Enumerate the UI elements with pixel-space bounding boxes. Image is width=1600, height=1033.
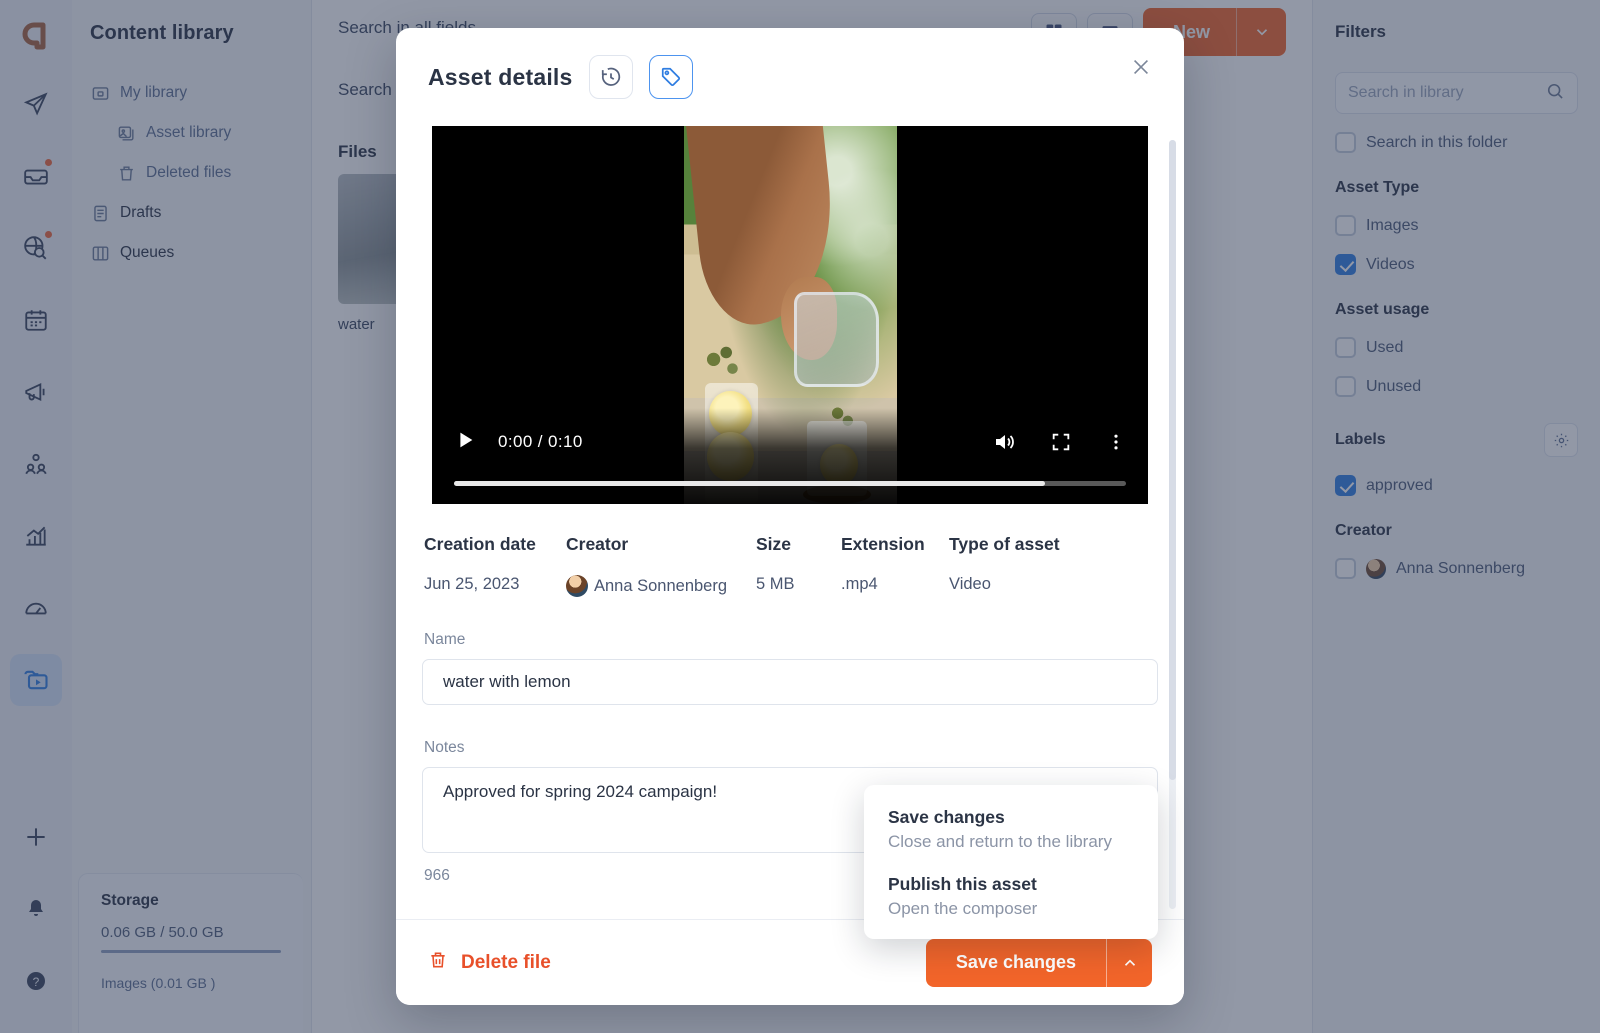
dropdown-item-title: Publish this asset xyxy=(888,874,1037,894)
dropdown-item-save-changes[interactable]: Save changes Close and return to the lib… xyxy=(888,807,1134,852)
name-field-label: Name xyxy=(424,631,466,648)
dropdown-item-publish-this-asset[interactable]: Publish this asset Open the composer xyxy=(888,874,1134,919)
meta-value: .mp4 xyxy=(841,575,878,593)
modal-scrollbar-thumb[interactable] xyxy=(1169,140,1176,780)
meta-value: 5 MB xyxy=(756,575,795,593)
history-icon[interactable] xyxy=(588,55,633,99)
close-icon[interactable] xyxy=(1124,50,1158,84)
dropdown-item-subtitle: Open the composer xyxy=(888,899,1038,918)
meta-value: Anna Sonnenberg xyxy=(594,576,728,595)
video-herb-left xyxy=(700,341,744,387)
meta-value: Video xyxy=(949,575,991,593)
tag-icon[interactable] xyxy=(648,55,693,99)
meta-header: Type of asset xyxy=(949,534,1060,554)
delete-file-label: Delete file xyxy=(461,951,551,973)
modal-title: Asset details xyxy=(428,63,573,90)
name-input[interactable]: water with lemon xyxy=(422,659,1158,705)
dropdown-item-title: Save changes xyxy=(888,807,1005,827)
meta-size: Size 5 MB xyxy=(756,534,841,597)
meta-creation-date: Creation date Jun 25, 2023 xyxy=(424,534,566,597)
save-changes-button[interactable]: Save changes xyxy=(926,939,1106,987)
name-input-value: water with lemon xyxy=(443,672,571,691)
meta-value-wrap: Anna Sonnenberg xyxy=(566,575,756,597)
volume-icon[interactable] xyxy=(992,430,1016,454)
meta-header: Creation date xyxy=(424,534,536,554)
asset-metadata: Creation date Jun 25, 2023 Creator Anna … xyxy=(422,504,1158,597)
chevron-up-icon[interactable] xyxy=(1106,938,1152,987)
play-icon[interactable] xyxy=(454,429,476,456)
meta-extension: Extension .mp4 xyxy=(841,534,949,597)
video-controls: 0:00 / 0:10 xyxy=(432,408,1148,504)
video-time: 0:00 / 0:10 xyxy=(498,432,583,451)
meta-creator: Creator Anna Sonnenberg xyxy=(566,534,756,597)
notes-field-label: Notes xyxy=(424,739,465,756)
meta-header: Extension xyxy=(841,534,925,554)
more-vertical-icon[interactable] xyxy=(1106,432,1126,452)
avatar xyxy=(566,575,588,597)
meta-type-of-asset: Type of asset Video xyxy=(949,534,1060,597)
notes-textarea-value: Approved for spring 2024 campaign! xyxy=(443,782,718,801)
video-jug xyxy=(794,292,880,387)
fullscreen-icon[interactable] xyxy=(1050,431,1072,453)
meta-value: Jun 25, 2023 xyxy=(424,575,520,593)
save-options-dropdown: Save changes Close and return to the lib… xyxy=(864,785,1158,939)
video-progress-bar[interactable] xyxy=(454,481,1126,486)
modal-header: Asset details xyxy=(396,28,1184,126)
save-changes-group: Save changes xyxy=(925,938,1152,987)
delete-file-button[interactable]: Delete file xyxy=(428,950,551,976)
trash-icon xyxy=(428,950,448,976)
video-player[interactable]: 0:00 / 0:10 xyxy=(432,126,1148,504)
meta-header: Size xyxy=(756,534,792,554)
meta-header: Creator xyxy=(566,534,629,554)
dropdown-item-subtitle: Close and return to the library xyxy=(888,832,1112,851)
